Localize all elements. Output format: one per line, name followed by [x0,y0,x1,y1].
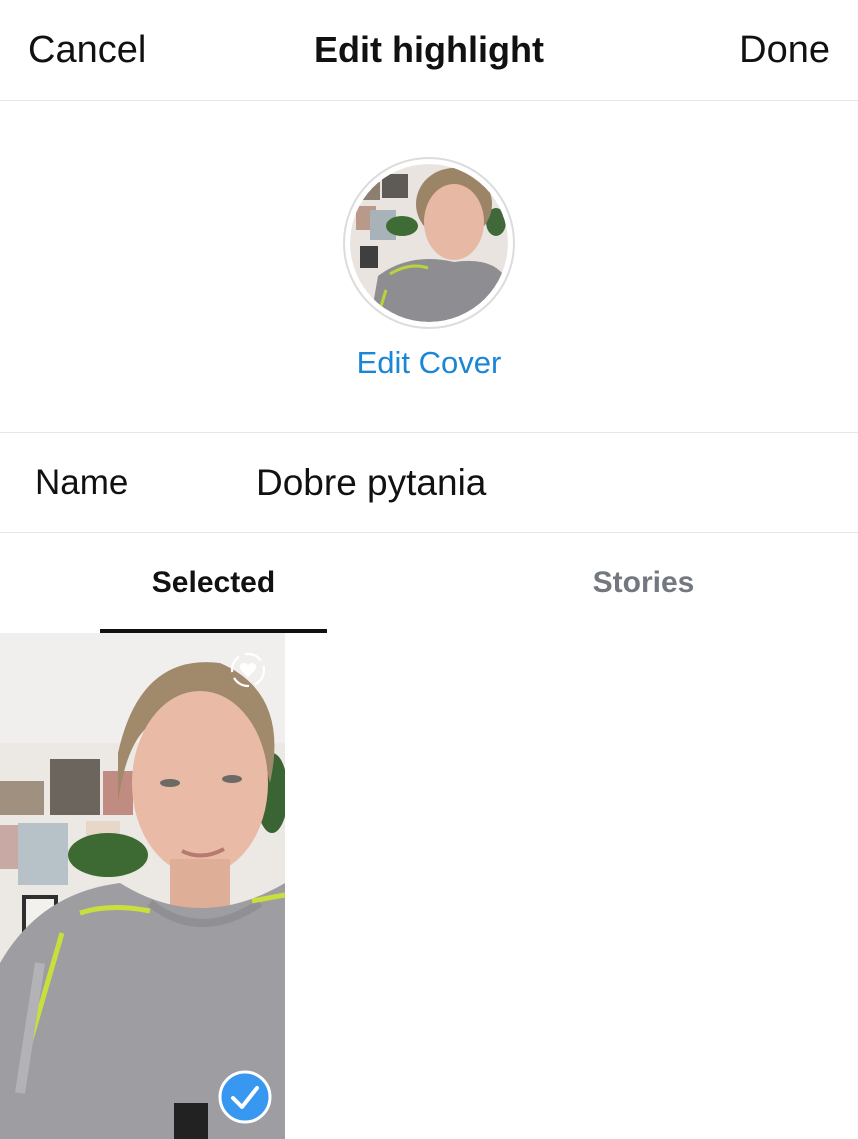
name-row: Name [0,433,858,533]
tab-bar: Selected Stories [0,533,858,633]
story-thumbnail[interactable] [0,633,285,1139]
tab-stories[interactable]: Stories [530,563,757,603]
nav-header: Cancel Edit highlight Done [0,0,858,101]
name-label: Name [35,463,129,502]
edit-cover-link[interactable]: Edit Cover [0,341,858,385]
highlight-cover[interactable] [343,157,515,329]
cover-section: Edit Cover [0,101,858,433]
check-circle-icon[interactable] [218,1070,272,1124]
tab-selected[interactable]: Selected [100,563,327,603]
done-button[interactable]: Done [739,26,830,74]
heart-badge-icon [230,652,266,688]
story-photo [0,633,285,1139]
highlight-name-input[interactable] [256,457,816,509]
cancel-button[interactable]: Cancel [28,26,146,74]
cover-photo [350,164,508,322]
edit-highlight-screen: Cancel Edit highlight Done Edit Cover Na… [0,0,858,1139]
